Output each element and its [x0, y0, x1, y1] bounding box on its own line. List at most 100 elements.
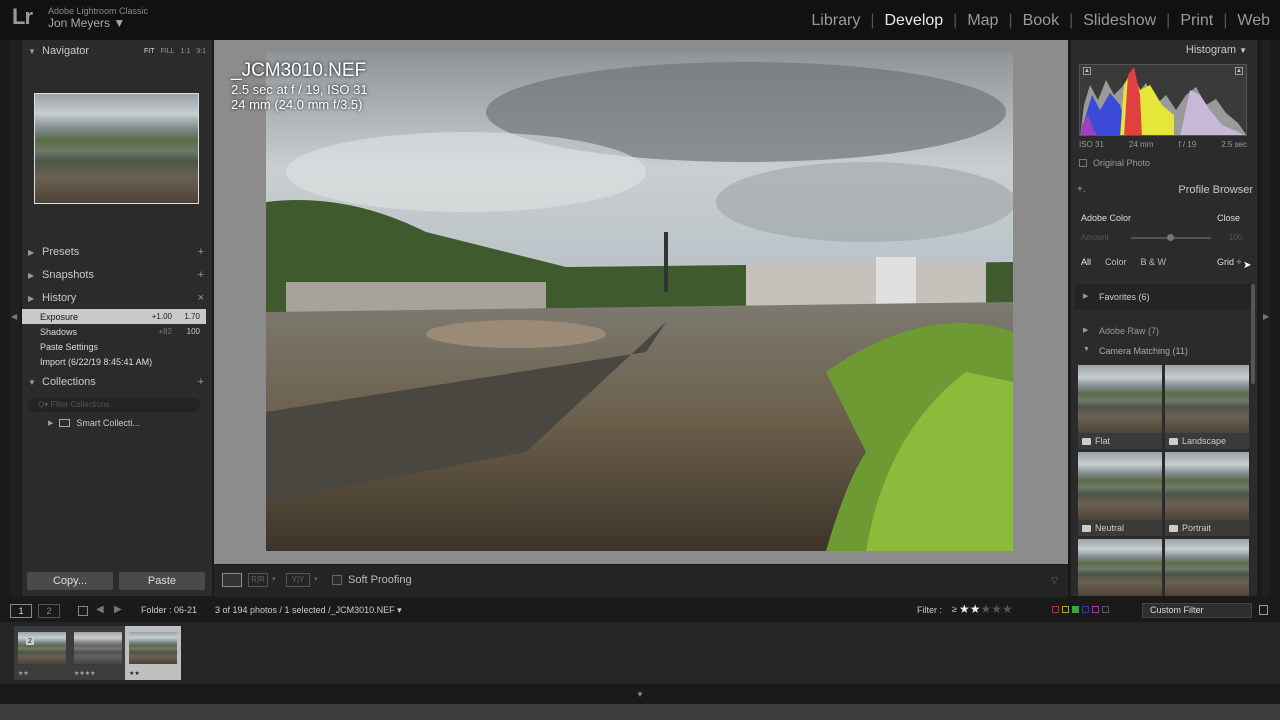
module-map[interactable]: Map: [957, 12, 1008, 30]
profile-group-camera-matching[interactable]: ▼ Camera Matching (11): [1083, 346, 1188, 356]
rating-stars[interactable]: ★★★★★: [959, 602, 1013, 616]
filter-color[interactable]: Color: [1105, 257, 1127, 267]
presets-header[interactable]: ▶ Presets +: [22, 241, 212, 263]
filmstrip-toggle-icon[interactable]: ▼: [636, 690, 644, 699]
shadow-clipping-icon[interactable]: ▲: [1083, 67, 1091, 75]
color-label-filter[interactable]: [1052, 606, 1109, 613]
smart-collection-item[interactable]: ▶ Smart Collecti...: [48, 418, 140, 428]
zoom-3-1[interactable]: 3:1: [196, 48, 206, 55]
rating-operator[interactable]: ≥: [952, 604, 957, 616]
collections-header[interactable]: ▼ Collections +: [22, 371, 212, 393]
filmstrip: 2 ★★ ★★★★ ★★: [0, 622, 1280, 684]
collections-filter-input[interactable]: Q▾ Filter Collections: [28, 398, 200, 412]
copy-button[interactable]: Copy...: [27, 572, 113, 590]
photo-count[interactable]: 3 of 194 photos / 1 selected /_JCM3010.N…: [215, 605, 402, 616]
collapse-right-icon[interactable]: ▶: [1263, 312, 1269, 321]
profile-thumb[interactable]: [1078, 539, 1162, 596]
module-slideshow[interactable]: Slideshow: [1073, 12, 1166, 30]
profile-group-favorites[interactable]: ▶ Favorites (6): [1083, 292, 1150, 302]
rating-star-icon[interactable]: ★: [970, 602, 981, 616]
loupe-view-icon[interactable]: [222, 573, 242, 587]
zoom-fit[interactable]: FIT: [144, 48, 155, 55]
module-library[interactable]: Library: [801, 12, 870, 30]
add-profile-icon[interactable]: +.: [1077, 184, 1086, 195]
red-label-icon[interactable]: [1052, 606, 1059, 613]
profile-thumb-neutral[interactable]: Neutral: [1078, 452, 1162, 536]
histogram-header[interactable]: Histogram ▼: [1186, 44, 1247, 56]
left-panel-edge[interactable]: ◀: [10, 40, 20, 596]
right-panel-edge[interactable]: ▶: [1262, 40, 1270, 596]
filter-lock-icon[interactable]: [1259, 605, 1268, 615]
snapshots-header[interactable]: ▶ Snapshots +: [22, 264, 212, 286]
filter-bw[interactable]: B & W: [1141, 257, 1167, 267]
profile-view-select[interactable]: Grid ÷: [1217, 257, 1241, 267]
before-after-button[interactable]: R|R: [248, 573, 268, 587]
toolbar-menu-icon[interactable]: ▽: [1051, 575, 1058, 586]
filmstrip-thumb[interactable]: ★★★★: [70, 626, 126, 680]
profile-thumb-portrait[interactable]: Portrait: [1165, 452, 1249, 536]
original-photo-checkbox[interactable]: [1079, 159, 1087, 167]
module-print[interactable]: Print: [1170, 12, 1223, 30]
history-item[interactable]: Paste Settings: [22, 339, 206, 354]
yellow-label-icon[interactable]: [1062, 606, 1069, 613]
module-picker: Library | Develop | Map | Book | Slideshow | …: [801, 12, 1280, 30]
filmstrip-thumb[interactable]: 2 ★★: [14, 626, 70, 680]
source-folder[interactable]: Folder : 06-21: [141, 605, 197, 615]
profile-browser-close-button[interactable]: Close: [1217, 213, 1240, 223]
thumb-rating: ★★: [129, 671, 140, 677]
original-photo-toggle[interactable]: Original Photo: [1079, 158, 1150, 168]
histogram-graph[interactable]: ▲ ▲: [1079, 64, 1247, 136]
zoom-1-1[interactable]: 1:1: [181, 48, 191, 55]
clear-history-icon[interactable]: ×: [198, 292, 204, 304]
custom-filter-select[interactable]: Custom Filter: [1142, 603, 1252, 618]
no-label-icon[interactable]: [1102, 606, 1109, 613]
profile-thumb[interactable]: [1165, 539, 1249, 596]
rating-filter[interactable]: ≥ ★★★★★: [952, 602, 1013, 616]
lightroom-logo: Lr: [12, 4, 33, 29]
rating-star-icon[interactable]: ★: [1002, 602, 1013, 616]
paste-button[interactable]: Paste: [119, 572, 205, 590]
soft-proofing-checkbox[interactable]: [332, 575, 342, 585]
navigator-header[interactable]: ▼ Navigator FIT FILL 1:1 3:1: [22, 40, 212, 62]
profile-label: Flat: [1095, 436, 1111, 446]
highlight-clipping-icon[interactable]: ▲: [1235, 67, 1243, 75]
add-preset-icon[interactable]: +: [198, 246, 204, 258]
dropdown-arrow-icon[interactable]: ▾: [272, 575, 276, 583]
secondary-window-button[interactable]: 2: [38, 604, 60, 618]
grid-view-icon[interactable]: [78, 606, 88, 616]
profile-group-adobe-raw[interactable]: ▶ Adobe Raw (7): [1083, 326, 1159, 336]
main-photo[interactable]: [266, 52, 1013, 551]
blue-label-icon[interactable]: [1082, 606, 1089, 613]
forward-arrow-icon[interactable]: ▶: [114, 604, 122, 615]
purple-label-icon[interactable]: [1092, 606, 1099, 613]
profile-thumb-flat[interactable]: Flat: [1078, 365, 1162, 449]
rating-star-icon[interactable]: ★: [991, 602, 1002, 616]
add-collection-icon[interactable]: +: [198, 376, 204, 388]
history-item[interactable]: Shadows +82 100: [22, 324, 206, 339]
module-develop[interactable]: Develop: [874, 12, 953, 30]
green-label-icon[interactable]: [1072, 606, 1079, 613]
before-after-swap-button[interactable]: Y|Y: [286, 573, 310, 587]
rating-star-icon[interactable]: ★: [980, 602, 991, 616]
filter-all[interactable]: All: [1081, 257, 1091, 267]
amount-slider-knob[interactable]: [1167, 234, 1174, 241]
add-snapshot-icon[interactable]: +: [198, 269, 204, 281]
module-book[interactable]: Book: [1013, 12, 1069, 30]
collapse-left-icon[interactable]: ◀: [11, 312, 17, 321]
dropdown-arrow-icon[interactable]: ▾: [314, 575, 318, 583]
zoom-fill[interactable]: FILL: [161, 48, 175, 55]
back-arrow-icon[interactable]: ◀: [96, 604, 104, 615]
module-web[interactable]: Web: [1227, 12, 1280, 30]
user-name-menu[interactable]: Jon Meyers ▼: [48, 16, 125, 30]
navigator-preview[interactable]: [34, 93, 199, 204]
history-header[interactable]: ▶ History ×: [22, 287, 212, 309]
profile-thumb-landscape[interactable]: Landscape: [1165, 365, 1249, 449]
primary-window-button[interactable]: 1: [10, 604, 32, 618]
history-item[interactable]: Import (6/22/19 8:45:41 AM): [22, 354, 206, 369]
filmstrip-thumb-selected[interactable]: ★★: [125, 626, 181, 680]
history-item[interactable]: Exposure +1.00 1.70: [22, 309, 206, 324]
rating-star-icon[interactable]: ★: [959, 602, 970, 616]
thumb-rating: ★★: [18, 671, 29, 677]
right-panel-scrollbar[interactable]: [1251, 284, 1255, 384]
right-panel: Histogram ▼ ▲ ▲ ISO 31 24 mm f / 19 2.5 …: [1071, 40, 1257, 596]
